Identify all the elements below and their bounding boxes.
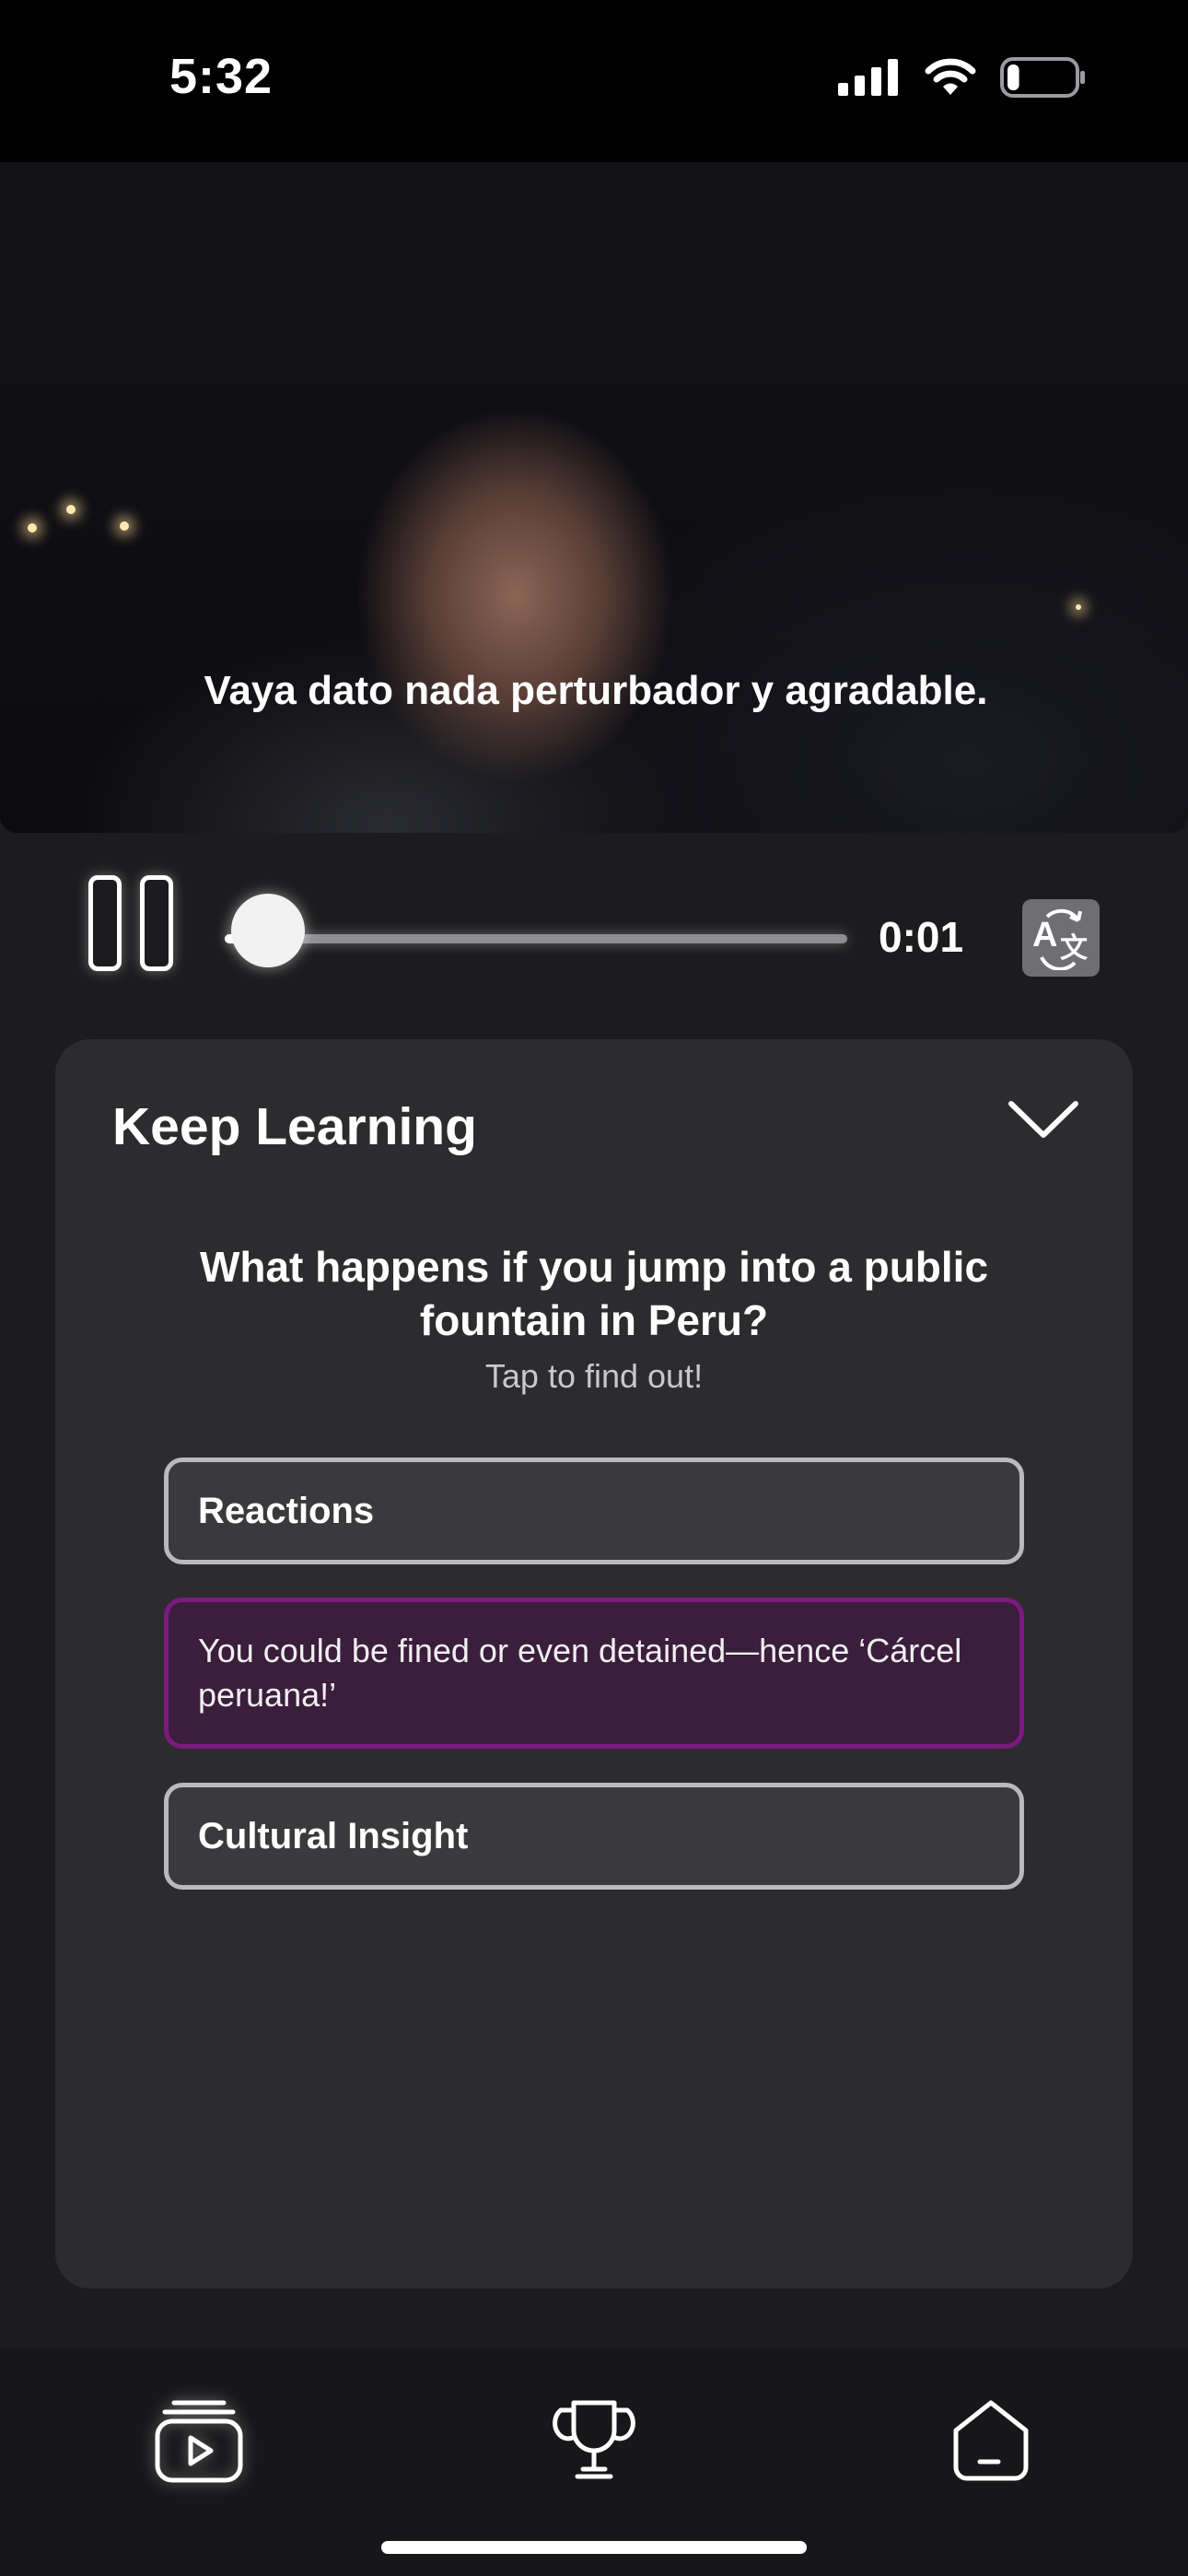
- battery-icon: [1000, 57, 1085, 98]
- background-light: [120, 521, 129, 531]
- collapse-button[interactable]: [1007, 1098, 1079, 1145]
- trophy-icon: [553, 2400, 635, 2479]
- background-light: [1076, 604, 1081, 610]
- option-cultural-insight[interactable]: Cultural Insight: [164, 1783, 1024, 1890]
- player-controls: 0:01 A 文: [0, 875, 1188, 995]
- status-bar: 5:32: [0, 0, 1188, 162]
- option-label: Reactions: [198, 1490, 375, 1531]
- profile-icon: [953, 2400, 1029, 2481]
- translate-icon: A 文: [1032, 908, 1088, 970]
- video-subtitle: Vaya dato nada perturbador y agradable.: [204, 668, 988, 713]
- svg-text:A: A: [1032, 916, 1057, 954]
- panel-title: Keep Learning: [112, 1097, 477, 1156]
- progress-slider[interactable]: [225, 934, 847, 943]
- elapsed-time: 0:01: [879, 913, 964, 961]
- background-light: [28, 523, 37, 533]
- hint-text: Tap to find out!: [484, 1357, 704, 1395]
- wifi-icon: [925, 58, 976, 95]
- cellular-signal-icon: [838, 59, 898, 96]
- keep-learning-panel: Keep Learning What happens if you jump i…: [55, 1039, 1133, 2289]
- background-light: [66, 505, 76, 514]
- pause-bar-icon: [88, 875, 122, 971]
- tab-achievements[interactable]: [539, 2384, 649, 2495]
- option-label: You could be fined or even detained—henc…: [198, 1632, 962, 1714]
- question-text: What happens if you jump into a public f…: [199, 1243, 989, 1344]
- chevron-down-icon: [1008, 1101, 1078, 1138]
- status-icons: [838, 57, 1087, 98]
- tab-videos[interactable]: [144, 2384, 254, 2495]
- tab-profile[interactable]: [936, 2384, 1046, 2495]
- progress-thumb[interactable]: [231, 894, 306, 967]
- option-label: Cultural Insight: [198, 1815, 469, 1856]
- video-player[interactable]: Vaya dato nada perturbador y agradable.: [0, 162, 1188, 833]
- option-reactions[interactable]: Reactions: [164, 1458, 1024, 1564]
- pause-button[interactable]: [88, 875, 188, 977]
- svg-text:文: 文: [1060, 932, 1088, 965]
- translate-button[interactable]: A 文: [1022, 899, 1100, 977]
- status-time: 5:32: [169, 49, 274, 104]
- option-answer[interactable]: You could be fined or even detained—henc…: [164, 1598, 1024, 1749]
- videos-tab-icon: [155, 2400, 243, 2483]
- pause-bar-icon: [140, 875, 173, 971]
- home-indicator: [381, 2541, 807, 2554]
